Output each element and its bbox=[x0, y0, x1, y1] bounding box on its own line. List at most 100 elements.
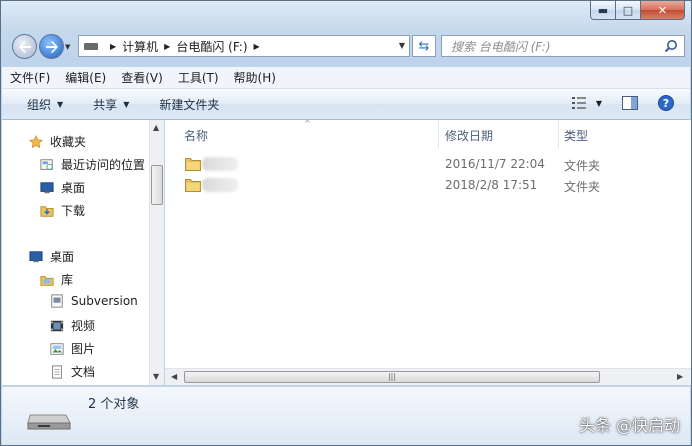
chevron-right-icon[interactable]: ▶ bbox=[254, 42, 260, 51]
sidebar-item-label: 图片 bbox=[71, 342, 96, 356]
column-header-name[interactable]: 名称 bbox=[184, 127, 208, 144]
organize-label: 组织 bbox=[27, 97, 52, 112]
chevron-down-icon: ▼ bbox=[123, 99, 130, 109]
sidebar-item-favorites[interactable]: 收藏夹 bbox=[28, 133, 86, 150]
minimize-button[interactable]: ▬ bbox=[590, 1, 616, 20]
sidebar-item-label: 最近访问的位置 bbox=[61, 158, 146, 172]
help-icon[interactable]: ? bbox=[658, 95, 674, 111]
file-list-horizontal-scrollbar[interactable]: ◀ ||| ▶ bbox=[165, 368, 691, 385]
scroll-up-arrow-icon[interactable]: ▲ bbox=[153, 123, 159, 132]
table-row[interactable]: 2018/2/8 17:51 文件夹 bbox=[165, 175, 691, 196]
menu-bar: 文件(F) 编辑(E) 查看(V) 工具(T) 帮助(H) bbox=[2, 67, 690, 89]
library-icon bbox=[40, 275, 54, 286]
sidebar-item-downloads[interactable]: 下载 bbox=[39, 202, 85, 219]
breadcrumb-drive[interactable]: 台电酷闪 (F:) bbox=[176, 38, 247, 55]
recent-pages-dropdown[interactable]: ▼ bbox=[65, 43, 70, 51]
subversion-library-icon bbox=[51, 294, 63, 308]
preview-pane-icon[interactable] bbox=[622, 96, 638, 110]
menu-help[interactable]: 帮助(H) bbox=[234, 69, 276, 86]
file-date: 2018/2/8 17:51 bbox=[445, 178, 538, 192]
address-dropdown[interactable]: ▼ bbox=[399, 41, 405, 50]
refresh-icon: ⇆ bbox=[418, 38, 430, 54]
explorer-window: ▬ □ ✕ ▼ ▶ 计算机 ▶ 台电酷闪 (F:) ▶ ▼ ⇆ 搜索 台电酷闪 bbox=[0, 0, 692, 446]
chevron-right-icon[interactable]: ▶ bbox=[110, 42, 116, 51]
file-date: 2016/11/7 22:04 bbox=[445, 157, 545, 171]
usb-drive-icon bbox=[27, 414, 71, 430]
chevron-down-icon[interactable]: ▼ bbox=[596, 99, 602, 108]
star-icon bbox=[29, 134, 43, 148]
video-icon bbox=[50, 320, 64, 331]
chevron-right-icon[interactable]: ▶ bbox=[164, 42, 170, 51]
navigation-pane-scrollbar[interactable]: ▲ ▼ bbox=[149, 120, 164, 385]
sidebar-item-videos[interactable]: 视频 bbox=[49, 317, 95, 334]
documents-icon bbox=[52, 364, 62, 379]
desktop-icon bbox=[29, 250, 43, 262]
column-header-type[interactable]: 类型 bbox=[564, 127, 588, 144]
arrow-right-icon bbox=[45, 40, 58, 53]
close-button[interactable]: ✕ bbox=[641, 1, 685, 20]
forward-button[interactable] bbox=[39, 34, 64, 59]
search-input[interactable]: 搜索 台电酷闪 (F:) bbox=[441, 35, 685, 57]
table-row[interactable]: 2016/11/7 22:04 文件夹 bbox=[165, 154, 691, 175]
menu-tools[interactable]: 工具(T) bbox=[178, 69, 219, 86]
share-label: 共享 bbox=[93, 97, 118, 112]
sidebar-item-label: 收藏夹 bbox=[50, 135, 87, 149]
navigation-pane: 收藏夹 最近访问的位置 桌面 下载 桌面 库 Subversion 视频 图片 … bbox=[2, 120, 149, 385]
scroll-left-arrow-icon[interactable]: ◀ bbox=[171, 372, 177, 381]
menu-view[interactable]: 查看(V) bbox=[121, 69, 163, 86]
sidebar-item-subversion[interactable]: Subversion bbox=[49, 294, 138, 308]
sidebar-item-label: 下载 bbox=[61, 204, 86, 218]
redacted-filename bbox=[202, 178, 238, 192]
sidebar-item-label: 视频 bbox=[71, 319, 96, 333]
sidebar-item-label: Subversion bbox=[71, 294, 138, 308]
address-bar[interactable]: ▶ 计算机 ▶ 台电酷闪 (F:) ▶ ▼ bbox=[78, 35, 410, 57]
arrow-left-icon bbox=[18, 40, 31, 53]
watermark: 头条 @快启动 bbox=[578, 416, 680, 435]
folder-icon bbox=[185, 179, 201, 192]
column-header-date[interactable]: 修改日期 bbox=[445, 127, 493, 144]
sidebar-item-desktop[interactable]: 桌面 bbox=[28, 248, 74, 265]
recent-places-icon bbox=[40, 158, 53, 170]
view-options-icon[interactable] bbox=[571, 96, 587, 110]
sidebar-item-libraries[interactable]: 库 bbox=[39, 271, 73, 288]
svg-text:?: ? bbox=[663, 97, 669, 110]
command-bar: 组织 ▼ 共享 ▼ 新建文件夹 ▼ ? bbox=[2, 89, 690, 120]
sort-ascending-icon: ^ bbox=[304, 119, 311, 128]
sidebar-item-pictures[interactable]: 图片 bbox=[49, 340, 95, 357]
new-folder-label: 新建文件夹 bbox=[159, 97, 220, 112]
file-type: 文件夹 bbox=[564, 159, 601, 173]
column-divider[interactable] bbox=[558, 120, 559, 148]
new-folder-button[interactable]: 新建文件夹 bbox=[159, 96, 219, 113]
maximize-button[interactable]: □ bbox=[616, 1, 641, 20]
back-button[interactable] bbox=[12, 34, 37, 59]
drive-icon bbox=[84, 42, 98, 50]
breadcrumb-computer[interactable]: 计算机 bbox=[122, 38, 158, 55]
refresh-button[interactable]: ⇆ bbox=[412, 35, 436, 57]
chevron-down-icon: ▼ bbox=[57, 99, 64, 109]
sidebar-item-label: 桌面 bbox=[50, 250, 75, 264]
share-button[interactable]: 共享 ▼ bbox=[93, 96, 129, 113]
folder-icon bbox=[185, 158, 201, 171]
sidebar-item-label: 文档 bbox=[71, 365, 96, 379]
sidebar-item-desktop-favorite[interactable]: 桌面 bbox=[39, 179, 85, 196]
menu-file[interactable]: 文件(F) bbox=[10, 69, 50, 86]
sidebar-item-label: 桌面 bbox=[61, 181, 86, 195]
search-icon[interactable] bbox=[664, 39, 678, 53]
scrollbar-thumb[interactable]: ||| bbox=[184, 371, 600, 383]
item-count: 2 个对象 bbox=[88, 397, 140, 412]
sidebar-item-documents[interactable]: 文档 bbox=[49, 363, 95, 380]
file-type: 文件夹 bbox=[564, 180, 601, 194]
breadcrumb: ▶ 计算机 ▶ 台电酷闪 (F:) ▶ bbox=[104, 38, 266, 55]
sidebar-item-recent[interactable]: 最近访问的位置 bbox=[39, 156, 145, 173]
scroll-down-arrow-icon[interactable]: ▼ bbox=[153, 372, 159, 381]
scrollbar-thumb[interactable] bbox=[151, 165, 163, 205]
column-divider[interactable] bbox=[438, 120, 439, 148]
menu-edit[interactable]: 编辑(E) bbox=[65, 69, 106, 86]
navigation-bar: ▼ ▶ 计算机 ▶ 台电酷闪 (F:) ▶ ▼ ⇆ 搜索 台电酷闪 (F:) bbox=[1, 29, 691, 63]
organize-button[interactable]: 组织 ▼ bbox=[27, 96, 63, 113]
sidebar-item-label: 库 bbox=[61, 273, 74, 287]
scroll-right-arrow-icon[interactable]: ▶ bbox=[677, 372, 683, 381]
pictures-icon bbox=[50, 342, 64, 355]
file-list: ^ 名称 修改日期 类型 2016/11/7 22:04 文件夹 2018/2/… bbox=[165, 119, 691, 385]
desktop-icon bbox=[40, 181, 54, 193]
